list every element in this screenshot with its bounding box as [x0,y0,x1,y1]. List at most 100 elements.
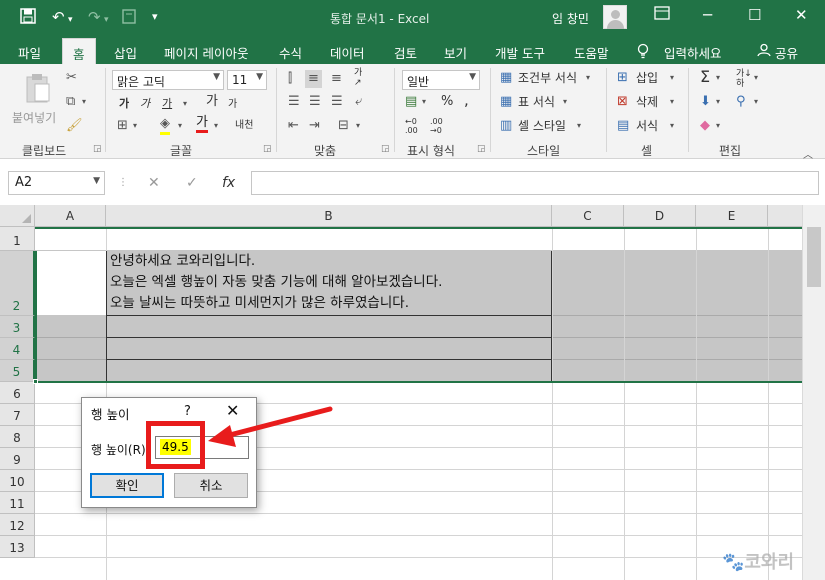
row-header[interactable]: 13 [0,536,35,558]
row-header[interactable]: 10 [0,470,35,492]
fill-dropdown-icon[interactable]: ▾ [716,94,720,110]
help-icon[interactable]: ? [184,404,191,419]
lightbulb-icon[interactable] [637,43,649,62]
cancel-entry-icon[interactable]: ✕ [148,175,160,191]
close-button[interactable]: ✕ [795,6,808,24]
table-format-icon[interactable]: ▦ [500,94,512,110]
tab-home[interactable]: 홈 [62,38,96,65]
clipboard-launcher-icon[interactable]: ◲ [93,144,102,154]
chevron-down-icon[interactable]: ▾ [670,70,674,86]
user-name[interactable]: 임 창민 [552,10,589,27]
conditional-format-button[interactable]: 조건부 서식 [518,70,577,86]
cell-style-button[interactable]: 셀 스타일 [518,118,566,134]
tab-formulas[interactable]: 수식 [279,43,302,62]
tab-developer[interactable]: 개발 도구 [495,43,545,62]
worksheet-grid[interactable]: A B C D E 1 2 3 4 5 6 7 8 9 10 11 12 13 … [0,205,825,580]
format-painter-icon[interactable]: 🖌 [66,118,83,134]
merge-center-icon[interactable]: ⊟ [338,118,349,134]
clear-dropdown-icon[interactable]: ▾ [716,118,720,134]
scrollbar-thumb[interactable] [807,227,821,287]
underline-dropdown-icon[interactable]: ▾ [183,96,187,112]
delete-cells-button[interactable]: 삭제 [636,94,658,110]
chevron-down-icon[interactable]: ▾ [670,118,674,134]
ok-button[interactable]: 확인 [90,473,164,498]
chevron-down-icon[interactable]: ▾ [577,118,581,134]
fill-icon[interactable]: ⬇ [700,94,711,110]
decrease-indent-icon[interactable]: ⇤ [288,118,299,134]
bold-button[interactable]: 가 [119,96,129,112]
undo-dropdown-icon[interactable]: ▾ [68,11,73,29]
row-header[interactable]: 7 [0,404,35,426]
cell-style-icon[interactable]: ▥ [500,118,512,134]
sort-filter-icon[interactable]: 가↓ 하 [736,69,752,89]
autosum-icon[interactable]: Σ [700,69,710,85]
column-header-e[interactable]: E [696,205,768,227]
insert-cells-button[interactable]: 삽입 [636,70,658,86]
conditional-format-icon[interactable]: ▦ [500,70,512,86]
insert-cells-icon[interactable]: ⊞ [617,70,628,86]
format-cells-icon[interactable]: ▤ [617,118,629,134]
number-launcher-icon[interactable]: ◲ [477,144,486,154]
column-header-a[interactable]: A [35,205,106,227]
align-center-icon[interactable]: ☰ [309,94,321,110]
active-cell-a2[interactable] [36,251,106,315]
wrap-text-icon[interactable]: ⤶ [355,94,362,110]
ribbon-display-icon[interactable] [654,6,670,24]
accounting-dropdown-icon[interactable]: ▾ [422,94,426,110]
fill-color-icon[interactable]: ◈ [160,116,170,135]
find-select-dropdown-icon[interactable]: ▾ [754,94,758,110]
enter-entry-icon[interactable]: ✓ [186,175,198,191]
chevron-down-icon[interactable]: ▾ [670,94,674,110]
tab-help[interactable]: 도움말 [574,43,609,62]
clear-icon[interactable]: ◆ [700,118,710,134]
font-name-combo[interactable]: 맑은 고딕 ▼ [112,70,224,90]
row-header[interactable]: 6 [0,382,35,404]
italic-button[interactable]: 가 [140,96,150,112]
save-icon[interactable] [20,8,36,28]
share-button[interactable]: 공유 [775,43,798,62]
format-cells-button[interactable]: 서식 [636,118,658,134]
tab-view[interactable]: 보기 [444,43,467,62]
delete-cells-icon[interactable]: ⊠ [617,94,628,110]
row-header[interactable]: 8 [0,426,35,448]
redo-dropdown-icon[interactable]: ▾ [104,11,109,29]
row-header[interactable]: 3 [0,316,35,338]
row-header[interactable]: 4 [0,338,35,360]
cancel-button[interactable]: 취소 [174,473,248,498]
sort-filter-dropdown-icon[interactable]: ▾ [754,70,758,86]
share-icon[interactable] [757,43,771,60]
close-icon[interactable]: ✕ [226,401,239,420]
paste-button[interactable]: 붙여넣기 [12,110,56,126]
decrease-decimal-icon[interactable]: .00 →0 [430,117,443,135]
column-header-b[interactable]: B [106,205,552,227]
row-height-input[interactable]: 49.5 [155,436,249,459]
increase-indent-icon[interactable]: ⇥ [309,118,320,134]
align-top-icon[interactable]: ⫿ [288,71,292,87]
vertical-scrollbar[interactable] [802,205,825,580]
font-color-icon[interactable]: 가 [196,116,208,133]
font-size-combo[interactable]: 11 ▼ [227,70,267,90]
row-header[interactable]: 2 [0,251,35,316]
customize-icon[interactable]: ▾ [152,8,158,26]
border-dropdown-icon[interactable]: ▾ [133,118,137,134]
fill-color-dropdown-icon[interactable]: ▾ [178,118,182,134]
row-header[interactable]: 11 [0,492,35,514]
percent-button[interactable]: % [441,94,453,110]
row-header[interactable]: 5 [0,360,35,382]
font-launcher-icon[interactable]: ◲ [263,144,272,154]
grow-font-button[interactable]: 가 [206,94,218,110]
tell-me-search[interactable]: 입력하세요 [664,43,722,62]
comma-icon[interactable]: , [464,92,469,108]
column-header-d[interactable]: D [624,205,696,227]
row-header[interactable]: 1 [0,227,35,251]
formula-input[interactable] [251,171,819,195]
cut-icon[interactable]: ✂ [66,70,77,86]
underline-button[interactable]: 가 [162,96,172,112]
tab-insert[interactable]: 삽입 [114,43,137,62]
copy-icon[interactable]: ⧉ [66,94,75,110]
accounting-format-icon[interactable]: ▤ [405,94,417,110]
orientation-icon[interactable]: 가 ↗ [354,68,362,88]
select-all-corner[interactable] [0,205,35,227]
align-right-icon[interactable]: ☰ [331,94,343,110]
tab-review[interactable]: 검토 [394,43,417,62]
